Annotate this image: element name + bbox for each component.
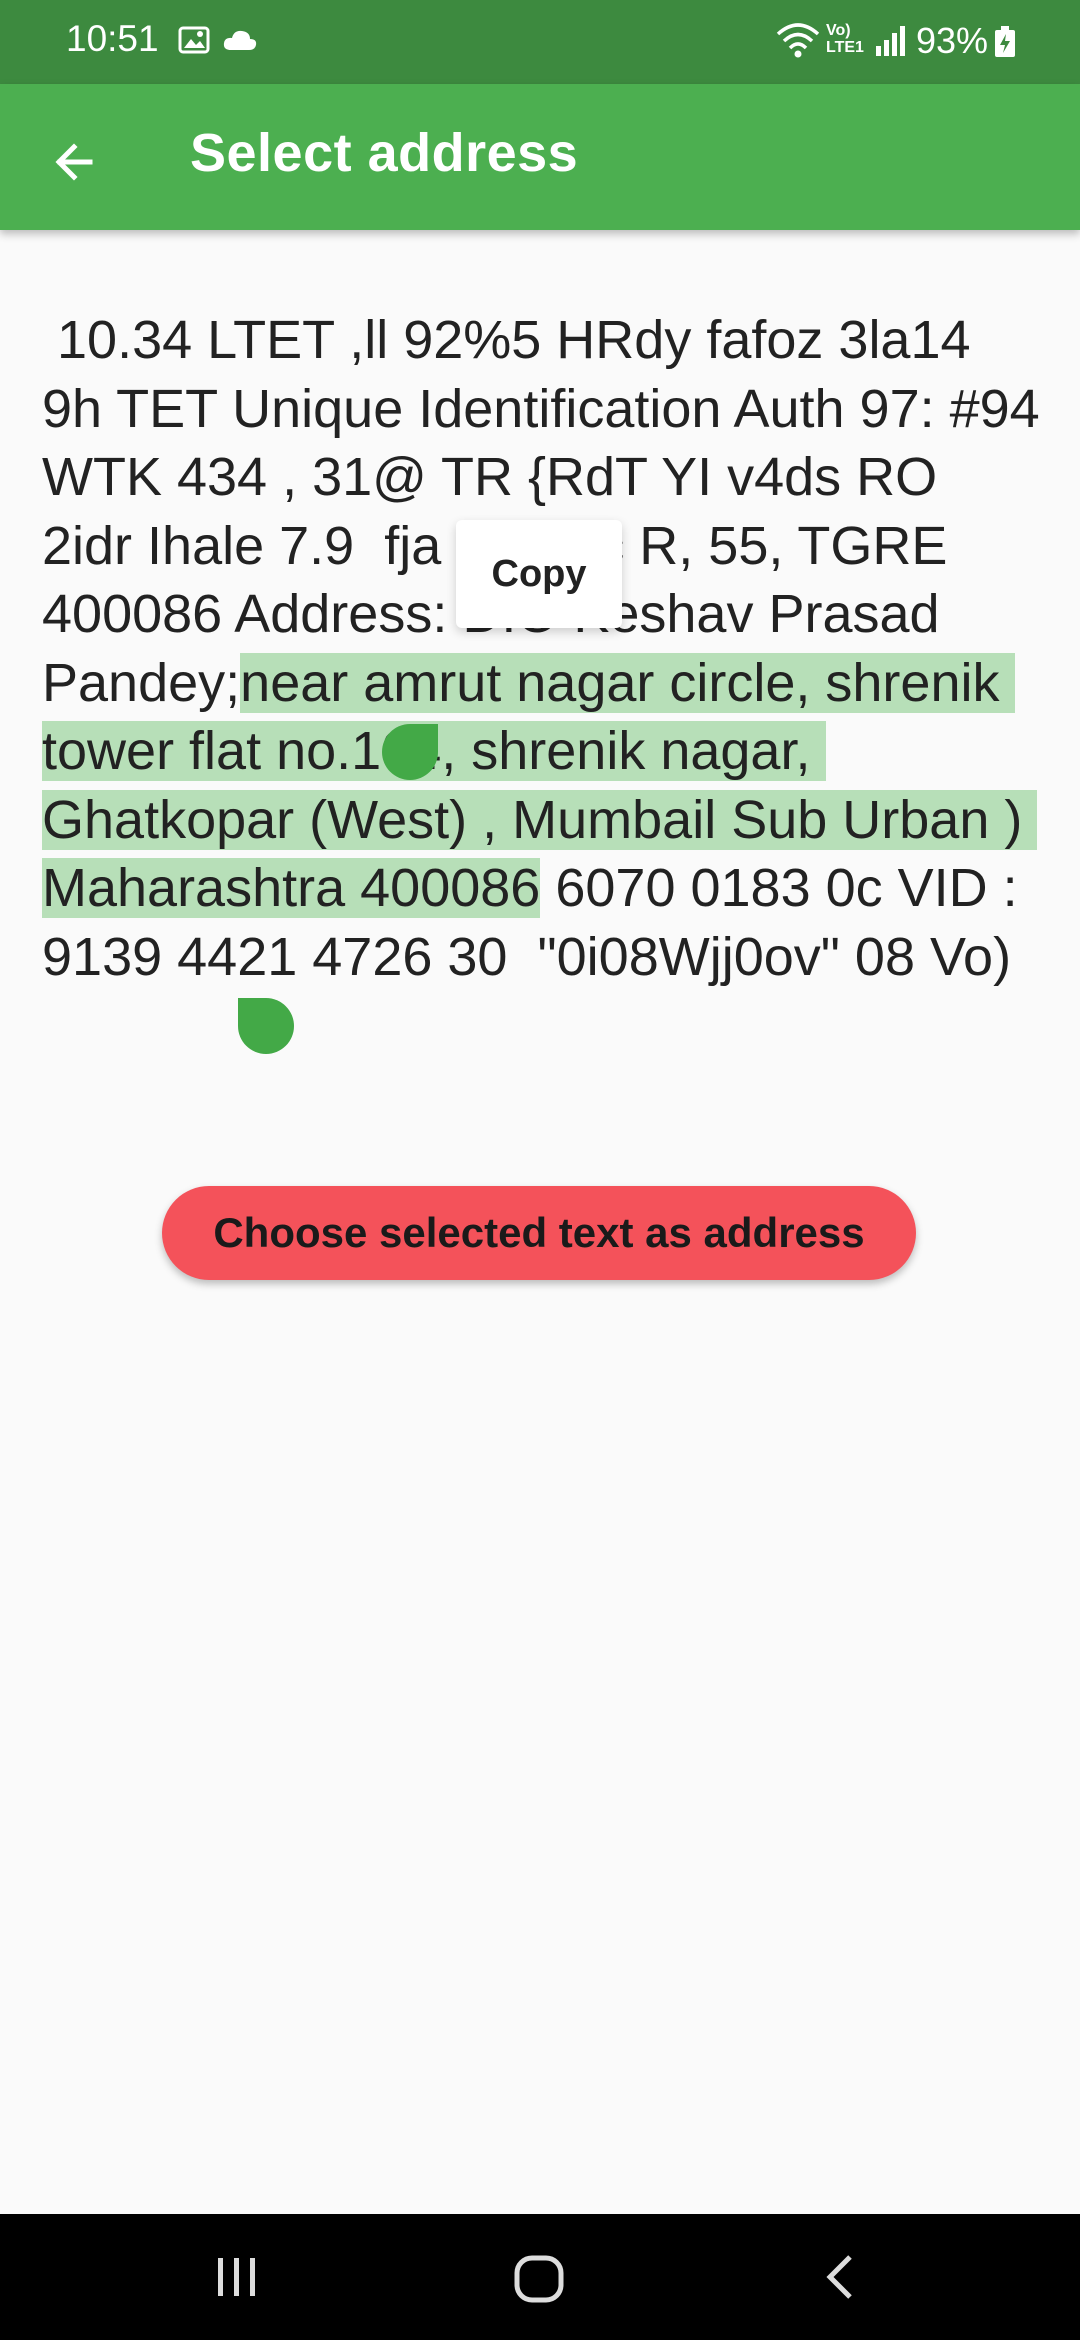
status-bar: 10:51 Vo) LTE1 93% xyxy=(0,0,1080,84)
back-button[interactable] xyxy=(36,124,112,200)
page-title: Select address xyxy=(190,123,579,183)
app-bar: Select address xyxy=(0,84,1080,230)
navigation-bar xyxy=(0,2214,1080,2340)
cloud-icon xyxy=(222,28,258,57)
choose-address-button[interactable]: Choose selected text as address xyxy=(162,1186,916,1280)
copy-menu: Copy xyxy=(456,520,622,628)
battery-icon xyxy=(994,26,1016,63)
signal-icon xyxy=(874,24,908,63)
battery-level: 93% xyxy=(916,20,989,61)
gallery-icon xyxy=(178,26,210,59)
selection-end-handle[interactable] xyxy=(238,998,294,1054)
choose-address-label: Choose selected text as address xyxy=(213,1209,865,1256)
status-time: 10:51 xyxy=(66,18,159,59)
selection-start-handle[interactable] xyxy=(382,724,438,780)
wifi-icon xyxy=(776,22,820,63)
arrow-left-icon xyxy=(55,143,93,181)
ocr-text-area[interactable]: 10.34 LTET ,ll 92%5 HRdy fafoz 3la14 9h … xyxy=(42,306,1042,991)
back-icon[interactable] xyxy=(820,2252,860,2307)
copy-menu-item[interactable]: Copy xyxy=(492,553,587,596)
home-icon[interactable] xyxy=(512,2254,566,2309)
volte-icon: Vo) LTE1 xyxy=(826,22,864,56)
recents-icon[interactable] xyxy=(212,2254,262,2305)
